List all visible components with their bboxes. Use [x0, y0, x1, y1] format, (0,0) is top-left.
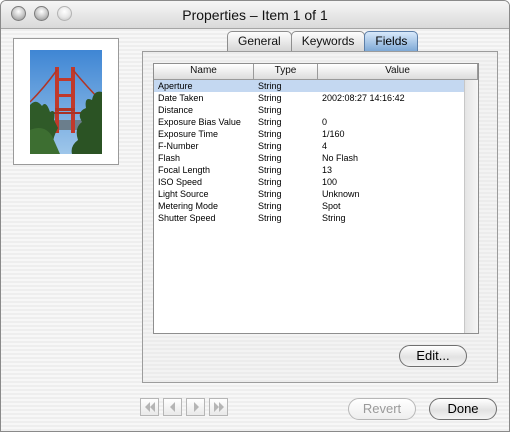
table-row[interactable]: F-Number String 4 — [154, 140, 464, 152]
column-header-type[interactable]: Type — [254, 64, 318, 79]
photo-thumbnail — [13, 38, 119, 165]
done-button[interactable]: Done — [429, 398, 497, 420]
fields-table: Name Type Value Aperture String Date Tak… — [153, 63, 479, 334]
table-header: Name Type Value — [154, 64, 478, 80]
tab-keywords[interactable]: Keywords — [290, 31, 366, 51]
field-type: String — [258, 141, 282, 151]
field-value — [318, 80, 464, 92]
field-name: Distance — [158, 105, 194, 115]
last-item-button[interactable] — [209, 398, 228, 416]
table-row[interactable]: Exposure Time String 1/160 — [154, 128, 464, 140]
field-name: Shutter Speed — [158, 213, 216, 223]
field-type: String — [258, 177, 282, 187]
field-type: String — [258, 105, 282, 115]
field-value: 13 — [322, 165, 333, 175]
field-type: String — [258, 117, 282, 127]
tab-general[interactable]: General — [227, 31, 292, 51]
table-body: Aperture String Date Taken String 2002:0… — [154, 80, 464, 224]
last-icon — [214, 402, 224, 412]
table-row[interactable]: Metering Mode String Spot — [154, 200, 464, 212]
field-value: 2002:08:27 14:16:42 — [322, 93, 405, 103]
table-scrollbar[interactable] — [464, 80, 478, 333]
field-type: String — [258, 153, 282, 163]
previous-item-button[interactable] — [163, 398, 182, 416]
previous-icon — [170, 402, 175, 412]
next-icon — [194, 402, 199, 412]
field-name: ISO Speed — [158, 177, 203, 187]
table-row[interactable]: Date Taken String 2002:08:27 14:16:42 — [154, 92, 464, 104]
field-name: Light Source — [158, 189, 209, 199]
title-bar: Properties – Item 1 of 1 — [1, 1, 509, 29]
table-row[interactable]: Light Source String Unknown — [154, 188, 464, 200]
field-value: String — [322, 213, 346, 223]
first-icon — [145, 402, 155, 412]
field-type: String — [258, 189, 282, 199]
field-type: String — [258, 93, 282, 103]
golden-gate-photo — [30, 50, 102, 154]
next-item-button[interactable] — [186, 398, 205, 416]
field-name: Exposure Time — [158, 129, 219, 139]
field-value: Spot — [322, 201, 341, 211]
table-row[interactable]: Distance String — [154, 104, 464, 116]
field-name: F-Number — [158, 141, 199, 151]
window-title: Properties – Item 1 of 1 — [182, 7, 328, 23]
table-row[interactable]: Shutter Speed String String — [154, 212, 464, 224]
field-name: Focal Length — [158, 165, 211, 175]
table-row[interactable]: Exposure Bias Value String 0 — [154, 116, 464, 128]
field-type: String — [258, 213, 282, 223]
edit-button[interactable]: Edit... — [399, 345, 467, 367]
field-type: String — [258, 81, 282, 91]
properties-window: Properties – Item 1 of 1 General Keyword… — [0, 0, 510, 432]
field-name: Date Taken — [158, 93, 204, 103]
table-row[interactable]: Flash String No Flash — [154, 152, 464, 164]
field-value: Unknown — [322, 189, 360, 199]
table-row[interactable]: ISO Speed String 100 — [154, 176, 464, 188]
tab-fields[interactable]: Fields — [364, 31, 419, 51]
field-type: String — [258, 201, 282, 211]
field-name: Aperture — [158, 81, 193, 91]
field-value: 4 — [322, 141, 328, 151]
field-value: 100 — [322, 177, 338, 187]
field-value — [318, 104, 464, 116]
column-header-value[interactable]: Value — [318, 64, 478, 79]
column-header-name[interactable]: Name — [154, 64, 254, 79]
tab-bar: General Keywords Fields — [227, 31, 419, 52]
table-row[interactable]: Focal Length String 13 — [154, 164, 464, 176]
field-value: 1/160 — [322, 129, 345, 139]
field-type: String — [258, 129, 282, 139]
field-name: Exposure Bias Value — [158, 117, 241, 127]
field-name: Metering Mode — [158, 201, 219, 211]
field-value: 0 — [322, 117, 328, 127]
table-row[interactable]: Aperture String — [154, 80, 464, 92]
field-type: String — [258, 165, 282, 175]
first-item-button[interactable] — [140, 398, 159, 416]
field-name: Flash — [158, 153, 181, 163]
revert-button[interactable]: Revert — [348, 398, 416, 420]
field-value: No Flash — [322, 153, 359, 163]
